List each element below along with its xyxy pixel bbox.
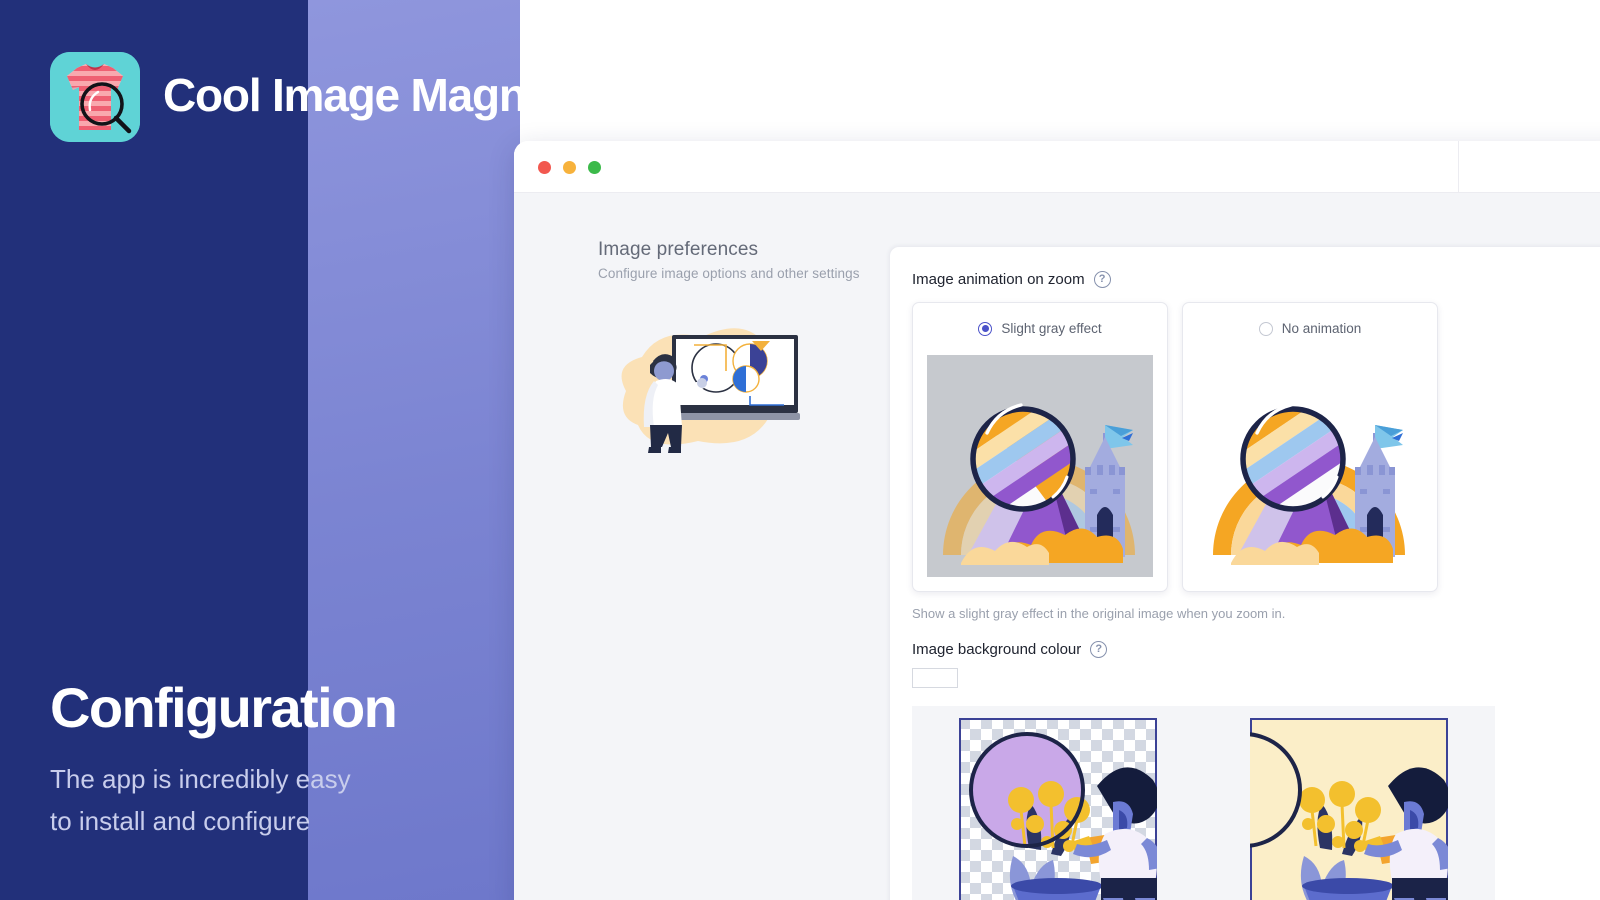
radio-button-no-animation[interactable] xyxy=(1258,321,1273,336)
maximize-button[interactable] xyxy=(588,161,601,174)
animation-setting-label: Image animation on zoom xyxy=(912,271,1085,288)
background-preview-column-cream xyxy=(1185,718,1494,900)
castle-rainbow-gray-preview xyxy=(927,354,1153,577)
window-titlebar xyxy=(514,141,1600,193)
preferences-sidebar: Image preferences Configure image option… xyxy=(514,193,890,900)
radio-option-no-animation[interactable]: No animation xyxy=(1258,321,1362,336)
cream-background-preview xyxy=(1185,718,1452,900)
animation-option-card-none[interactable]: No animation xyxy=(1182,302,1438,592)
preferences-main: Image animation on zoom ? Slight gray ef… xyxy=(890,247,1600,900)
tshirt-magnifier-icon xyxy=(50,52,140,142)
animation-setting-description: Show a slight gray effect in the origina… xyxy=(912,606,1286,621)
question-mark-icon[interactable]: ? xyxy=(1093,271,1111,288)
animation-option-cards: Slight gray effect No animation xyxy=(912,302,1600,592)
promo-subtitle-line-2: to install and configure xyxy=(50,806,311,836)
page-title: Image preferences xyxy=(598,239,759,260)
background-colour-previews xyxy=(912,706,1495,900)
radio-button-slight-gray[interactable] xyxy=(978,321,993,336)
window-controls xyxy=(538,161,601,174)
promo-subtitle: The app is incredibly easy to install an… xyxy=(50,758,351,842)
person-presenting-chart-illustration xyxy=(598,313,838,463)
radio-label-no-animation: No animation xyxy=(1281,321,1362,336)
screenshot-root: Cool Image Magnifier Configuration The a… xyxy=(0,0,1600,900)
titlebar-right-section xyxy=(1458,141,1600,192)
background-colour-input[interactable] xyxy=(912,668,958,688)
background-colour-label-row: Image background colour ? xyxy=(912,641,1600,658)
transparent-checker-preview xyxy=(958,718,1161,900)
minimize-button[interactable] xyxy=(563,161,576,174)
promo-subtitle-line-1: The app is incredibly easy xyxy=(50,764,351,794)
promo-content: Cool Image Magnifier Configuration The a… xyxy=(0,0,605,900)
background-preview-column-transparent xyxy=(912,718,1203,900)
window-body: Image preferences Configure image option… xyxy=(514,193,1600,900)
animation-option-card-gray[interactable]: Slight gray effect xyxy=(912,302,1168,592)
close-button[interactable] xyxy=(538,161,551,174)
animation-setting-label-row: Image animation on zoom ? xyxy=(912,271,1600,288)
app-window: Image preferences Configure image option… xyxy=(514,141,1600,900)
page-subtitle: Configure image options and other settin… xyxy=(598,266,860,281)
radio-option-slight-gray[interactable]: Slight gray effect xyxy=(978,321,1102,336)
castle-rainbow-normal-preview xyxy=(1197,354,1423,577)
promo-heading: Configuration xyxy=(50,676,398,739)
radio-label-slight-gray: Slight gray effect xyxy=(1001,321,1102,336)
app-title: Cool Image Magnifier xyxy=(163,69,605,121)
background-colour-label: Image background colour xyxy=(912,641,1082,658)
question-mark-icon[interactable]: ? xyxy=(1090,641,1108,658)
